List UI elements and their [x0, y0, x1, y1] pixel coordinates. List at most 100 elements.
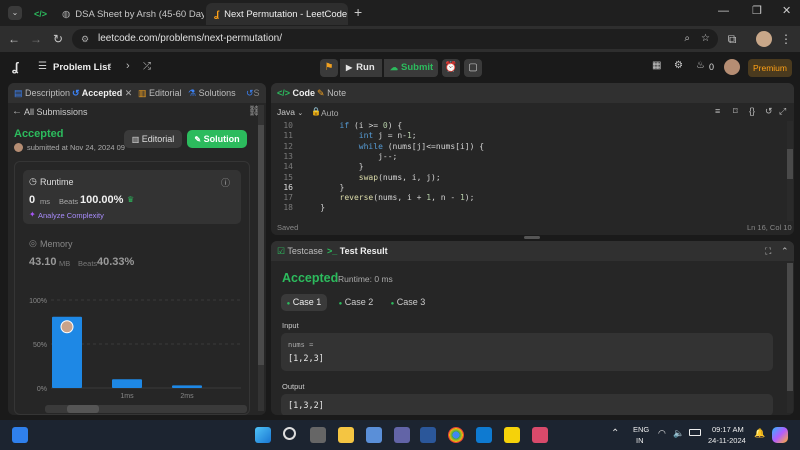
tab-solutions[interactable]: ⚗ Solutions [188, 83, 236, 103]
file-explorer-icon[interactable] [338, 427, 354, 443]
code-line[interactable]: 13 j--; [271, 152, 786, 162]
minimize-icon[interactable]: — [718, 5, 729, 17]
debug-button[interactable]: ⚑ [320, 59, 338, 77]
snipping-tool-icon[interactable] [532, 427, 548, 443]
scroll-thumb[interactable] [258, 125, 264, 365]
clock-time[interactable]: 09:17 AM [712, 425, 744, 434]
close-icon[interactable]: ✕ [347, 9, 348, 20]
tab-favicon-only[interactable]: </> [26, 3, 54, 25]
panel-resize-handle[interactable] [524, 236, 540, 239]
editor-scroll-thumb[interactable] [787, 149, 793, 179]
analyze-complexity-link[interactable]: Analyze Complexity [38, 211, 104, 220]
chrome-icon[interactable] [448, 427, 464, 443]
code-line[interactable]: 10 if (i >= 0) { [271, 121, 786, 131]
case-3-tab[interactable]: ● Case 3 [385, 294, 431, 311]
new-tab-icon[interactable]: + [354, 4, 362, 20]
tab-next-permutation[interactable]: ʆ Next Permutation - LeetCode ✕ [206, 3, 348, 25]
windows-start-icon[interactable] [255, 427, 271, 443]
back-arrow-icon[interactable]: ← [12, 106, 22, 117]
store-icon[interactable] [366, 427, 382, 443]
expand-icon[interactable]: ⤢ [779, 106, 786, 117]
timer-icon[interactable]: ⏰ [442, 59, 460, 77]
bookmark-icon[interactable]: ⌑ [733, 106, 738, 117]
bookmark-star-icon[interactable]: ☆ [701, 29, 710, 49]
code-line[interactable]: 11 int j = n-1; [271, 131, 786, 141]
editor-scrollbar[interactable] [787, 121, 793, 221]
distribution-bar[interactable] [172, 385, 202, 388]
premium-button[interactable]: Premium [748, 59, 792, 77]
submit-button[interactable]: ☁ Submit [384, 59, 438, 77]
profile-avatar[interactable] [756, 31, 772, 47]
chart-scroll-thumb[interactable] [67, 405, 99, 413]
prev-problem-icon[interactable]: ‹ [108, 60, 112, 72]
sticky-notes-icon[interactable] [504, 427, 520, 443]
tab-testcase[interactable]: ☑ Testcase [277, 241, 323, 261]
address-bar[interactable]: ⚙ leetcode.com/problems/next-permutation… [72, 29, 718, 49]
code-line[interactable]: 14 } [271, 162, 786, 172]
reload-icon[interactable]: ↻ [50, 31, 66, 47]
window-close-icon[interactable]: ✕ [782, 4, 791, 17]
distribution-bar[interactable] [112, 379, 142, 388]
list-icon[interactable]: ☰ [38, 61, 47, 72]
info-icon[interactable]: ⓘ [221, 176, 230, 189]
case-1-tab[interactable]: ● Case 1 [281, 294, 327, 311]
vscode-icon[interactable] [476, 427, 492, 443]
task-view-icon[interactable] [310, 427, 326, 443]
code-line[interactable]: 17 reverse(nums, i + 1, n - 1); [271, 193, 786, 203]
tab-accepted[interactable]: ↺ Accepted ✕ [72, 83, 132, 103]
code-line[interactable]: 12 while (nums[j]<=nums[i]) { [271, 142, 786, 152]
chart-scrollbar[interactable] [45, 405, 247, 413]
show-hidden-icons[interactable]: ⌃ [611, 428, 619, 439]
tab-search-icon[interactable]: ⌄ [8, 6, 22, 20]
next-problem-icon[interactable]: › [126, 60, 130, 72]
runtime-box[interactable]: ◷ Runtime ⓘ 0 ms Beats 100.00% ♛ ✦ Analy… [23, 170, 241, 224]
run-button[interactable]: ▶ Run [340, 59, 382, 77]
all-submissions-link[interactable]: All Submissions [24, 107, 88, 117]
menu-dots-icon[interactable]: ⋮ [778, 31, 794, 47]
search-icon[interactable] [283, 427, 296, 440]
reset-icon[interactable]: ↺ [765, 106, 773, 117]
teams-icon[interactable] [394, 427, 410, 443]
tab-code[interactable]: </> Code [277, 83, 315, 103]
zoom-icon[interactable]: ⌕ [684, 29, 690, 49]
layout-grid-icon[interactable]: ▦ [652, 60, 661, 71]
volume-icon[interactable]: 🔈 [673, 428, 684, 439]
back-icon[interactable]: ← [6, 31, 22, 47]
result-scroll-thumb[interactable] [787, 263, 793, 391]
notification-bell-icon[interactable]: 🔔 [754, 428, 765, 439]
forward-icon[interactable]: → [28, 31, 44, 47]
problem-list-link[interactable]: Problem List [53, 62, 111, 73]
fullscreen-icon[interactable]: ⛶ [765, 241, 771, 261]
wifi-icon[interactable]: ◠ [658, 428, 666, 439]
language-indicator-top[interactable]: ENG [633, 425, 649, 434]
code-line[interactable]: 16 } [271, 183, 786, 193]
autocomplete-mode[interactable]: Auto [321, 108, 339, 118]
format-braces-icon[interactable]: {} [749, 106, 755, 116]
editor-menu-icon[interactable]: ≡ [715, 106, 720, 116]
language-select[interactable]: Java ⌄ [277, 107, 303, 117]
tab-editorial[interactable]: ▥ Editorial [138, 83, 182, 103]
tab-dsa-sheet[interactable]: ◍ DSA Sheet by Arsh (45-60 Days [54, 3, 204, 25]
settings-gear-icon[interactable]: ⚙ [674, 60, 683, 71]
site-info-icon[interactable]: ⚙ [81, 29, 89, 49]
collapse-icon[interactable]: ⌃ [781, 241, 789, 261]
fire-streak-icon[interactable]: ♨ [696, 60, 705, 71]
solution-button[interactable]: ✎ Solution [187, 130, 247, 148]
extensions-icon[interactable]: ⧉ [724, 31, 740, 47]
clock-date[interactable]: 24-11-2024 [708, 436, 746, 445]
case-2-tab[interactable]: ● Case 2 [333, 294, 379, 311]
close-icon[interactable]: ✕ [125, 88, 133, 98]
user-avatar[interactable] [724, 59, 740, 75]
code-line[interactable]: 15 swap(nums, i, j); [271, 173, 786, 183]
language-indicator-bottom[interactable]: IN [636, 436, 644, 445]
editorial-button[interactable]: ▥ Editorial [124, 130, 182, 148]
result-scrollbar[interactable] [787, 263, 793, 413]
tab-note[interactable]: ✎ Note [317, 83, 346, 103]
code-line[interactable]: 18 } [271, 203, 786, 213]
left-panel-scrollbar[interactable] [258, 105, 264, 411]
leetcode-logo-icon[interactable]: ʆ [12, 60, 18, 74]
tab-test-result[interactable]: >_ Test Result [327, 241, 388, 261]
tab-submissions[interactable]: ↺S [246, 83, 260, 103]
word-icon[interactable] [420, 427, 436, 443]
notes-icon[interactable]: ▢ [464, 59, 482, 77]
